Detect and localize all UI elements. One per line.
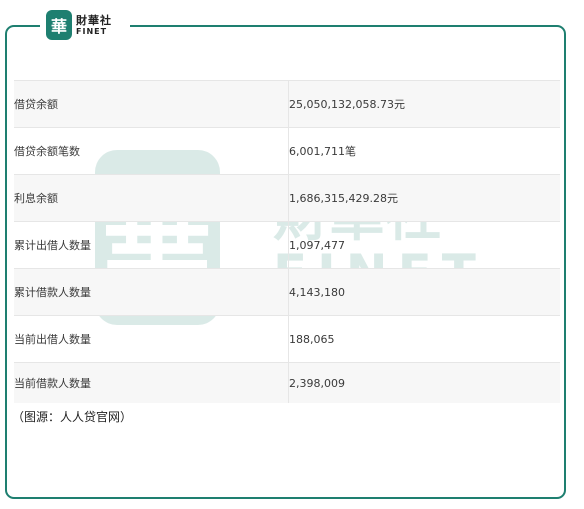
- logo-brand-en: FINET: [76, 26, 108, 36]
- row-label: 累计借款人数量: [14, 268, 289, 316]
- row-value: 25,050,132,058.73元: [288, 80, 560, 128]
- table-row: 借贷余额笔数 6,001,711笔: [14, 127, 560, 175]
- table-row: 利息余额 1,686,315,429.28元: [14, 174, 560, 222]
- table-row: 当前出借人数量 188,065: [14, 315, 560, 363]
- logo-seal-icon: 華: [46, 10, 72, 40]
- row-label: 借贷余额: [14, 80, 289, 128]
- row-label: 当前借款人数量: [14, 362, 289, 403]
- row-label: 累计出借人数量: [14, 221, 289, 269]
- image-source-note: （图源：人人贷官网）: [12, 410, 133, 424]
- row-label: 当前出借人数量: [14, 315, 289, 363]
- row-label: 利息余额: [14, 174, 289, 222]
- row-value: 6,001,711笔: [288, 127, 560, 175]
- row-value: 1,686,315,429.28元: [288, 174, 560, 222]
- table-row: 借贷余额 25,050,132,058.73元: [14, 80, 560, 128]
- row-value: 1,097,477: [288, 221, 560, 269]
- table-row: 当前借款人数量 2,398,009: [14, 362, 560, 403]
- table-row: 累计出借人数量 1,097,477: [14, 221, 560, 269]
- table-row: 累计借款人数量 4,143,180: [14, 268, 560, 316]
- lending-stats-table: 借贷余额 25,050,132,058.73元 借贷余额笔数 6,001,711笔 利息…: [14, 80, 560, 403]
- row-value: 188,065: [288, 315, 560, 363]
- row-label: 借贷余额笔数: [14, 127, 289, 175]
- logo-brand-cn: 財華社: [76, 13, 112, 27]
- row-value: 2,398,009: [288, 362, 560, 403]
- finet-logo: 華 財華社 FINET: [40, 6, 130, 44]
- row-value: 4,143,180: [288, 268, 560, 316]
